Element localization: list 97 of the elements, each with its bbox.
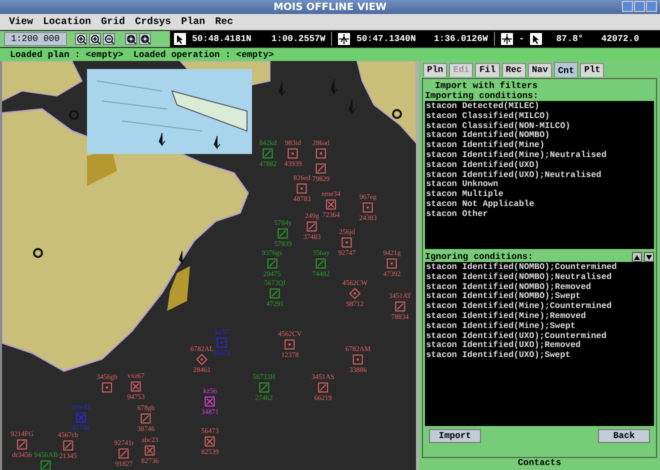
panel-footer: Contacts [422,458,657,470]
contact-marker-icon[interactable] [394,301,406,312]
tab[interactable]: Rec [502,63,526,77]
window-title: MOIS OFFLINE VIEW [273,2,387,12]
menu-item[interactable]: Grid [101,16,126,28]
bearing-reading: 87.8° [556,34,584,44]
list-item[interactable]: stacon Identified(NOMBO) [426,131,653,142]
list-item[interactable]: stacon Identified(UXO);Swept [426,351,653,361]
list-item[interactable]: stacon Identified(UXO) [426,160,653,171]
separator-text: - [518,34,524,44]
tab[interactable]: Cnt [554,62,578,77]
contact-marker-icon[interactable] [130,381,142,392]
contact-marker-icon[interactable] [196,354,208,365]
zoom-icon[interactable] [138,33,151,45]
contact-marker-icon[interactable] [258,382,270,393]
contact-marker-icon[interactable] [316,258,326,269]
list-item[interactable]: stacon Classified(NON-MILCO) [426,122,653,132]
list-item[interactable]: stacon Identified(NOMBO);Swept [426,292,653,302]
list-item[interactable]: stacon Detected(MILEC) [426,102,653,112]
contact-marker-icon[interactable] [144,445,156,456]
contact-marker-icon[interactable] [76,412,86,423]
longitude-reading: 1:36.0126W [434,34,488,44]
contact-marker-icon[interactable] [216,337,228,348]
menu-item[interactable]: Location [43,16,92,28]
status-text: Loaded operation : <empty> [133,50,274,60]
list-item[interactable]: stacon Identified(NOMBO);Countermined [426,263,653,273]
list-item[interactable]: stacon Identified(Mine);Removed [426,312,653,322]
contact-marker-icon[interactable] [386,258,398,269]
contact-marker-icon[interactable] [204,436,216,447]
zoom-icon[interactable] [102,33,115,45]
contact-marker-icon[interactable] [342,237,352,248]
contact-marker-icon[interactable] [266,258,278,269]
latitude-reading: 50:48.4181N [192,34,252,44]
contact-marker-icon[interactable] [306,221,318,232]
menu-item[interactable]: Rec [215,16,234,28]
contact-marker-icon[interactable] [16,439,28,450]
group-title: Import with filters [434,81,539,91]
zoom-icon[interactable] [88,33,101,45]
list-item[interactable]: stacon Identified(NOMBO);Neutralised [426,272,653,283]
list-item[interactable]: stacon Identified(Mine) [426,141,653,151]
contact-marker-icon[interactable] [318,382,328,393]
contact-marker-icon[interactable] [140,413,152,424]
tab[interactable]: Pln [423,63,448,77]
list-item[interactable]: stacon Classified(MILCO) [426,112,653,122]
tab[interactable]: Fil [475,63,500,77]
list-item[interactable]: stacon Identified(NOMBO);Removed [426,282,653,292]
move-up-button[interactable] [632,252,642,262]
list-item[interactable]: stacon Identified(UXO);Countermined [426,332,653,342]
up-triangle-icon [634,254,640,260]
status-text: Loaded plan : <empty> [10,50,124,60]
list-heading: Importing conditions: [425,91,538,101]
contact-marker-icon[interactable] [278,228,288,239]
contact-marker-icon[interactable] [62,440,74,451]
longitude-reading: 1:00.2557W [271,34,326,44]
list-item[interactable]: stacon Identified(Mine);Countermined [426,302,653,312]
list-item[interactable]: stacon Identified(UXO);Removed [426,341,653,352]
action-button[interactable]: Import [429,429,481,443]
contact-marker-icon[interactable] [288,148,298,159]
down-triangle-icon [646,254,652,260]
menu-item[interactable]: Crdsys [135,16,172,28]
contact-marker-icon[interactable] [296,183,308,194]
contact-marker-icon[interactable] [326,199,336,210]
move-down-button[interactable] [644,252,654,262]
list-item[interactable]: stacon Multiple [426,190,653,200]
contact-marker-icon[interactable] [362,202,374,213]
contact-marker-icon[interactable] [284,339,296,350]
contact-marker-icon[interactable] [102,382,112,393]
list-heading: Ignoring conditions: [425,252,534,262]
tab[interactable]: Nav [528,63,552,77]
contact-marker-icon[interactable] [262,148,274,159]
contact-marker-icon[interactable] [316,163,326,174]
contact-marker-icon[interactable] [270,288,280,299]
list-item[interactable]: stacon Identified(Mine);Neutralised [426,150,653,161]
list-item[interactable]: stacon Identified(Mine);Swept [426,322,653,332]
menu-item[interactable]: View [9,16,34,28]
menu-item[interactable]: Plan [181,16,206,28]
contact-marker-icon[interactable] [352,354,364,365]
cursor-icon[interactable] [530,33,542,45]
tab[interactable]: Plt [580,63,604,77]
action-button[interactable]: Back [598,429,650,443]
compass-icon[interactable] [500,33,513,45]
list-item[interactable]: stacon Identified(UXO);Neutralised [426,170,653,180]
contact-marker-icon[interactable] [118,448,130,459]
compass-icon[interactable] [338,33,350,45]
list-item[interactable]: stacon Other [426,210,653,220]
scale-field[interactable]: 1:200 000 [4,32,67,46]
contact-marker-icon[interactable] [40,460,52,470]
list-item[interactable]: stacon Unknown [426,180,653,190]
zoom-icon[interactable] [74,33,87,45]
contact-marker-icon[interactable] [316,148,326,159]
distance-reading: 42072.0 [601,34,640,44]
cursor-icon[interactable] [174,33,186,45]
latitude-reading: 50:47.1340N [356,34,416,44]
zoom-icon[interactable] [124,33,137,45]
contact-marker-icon[interactable] [350,288,360,299]
list-item[interactable]: stacon Not Applicable [426,200,653,210]
contact-marker-icon[interactable] [204,396,216,407]
